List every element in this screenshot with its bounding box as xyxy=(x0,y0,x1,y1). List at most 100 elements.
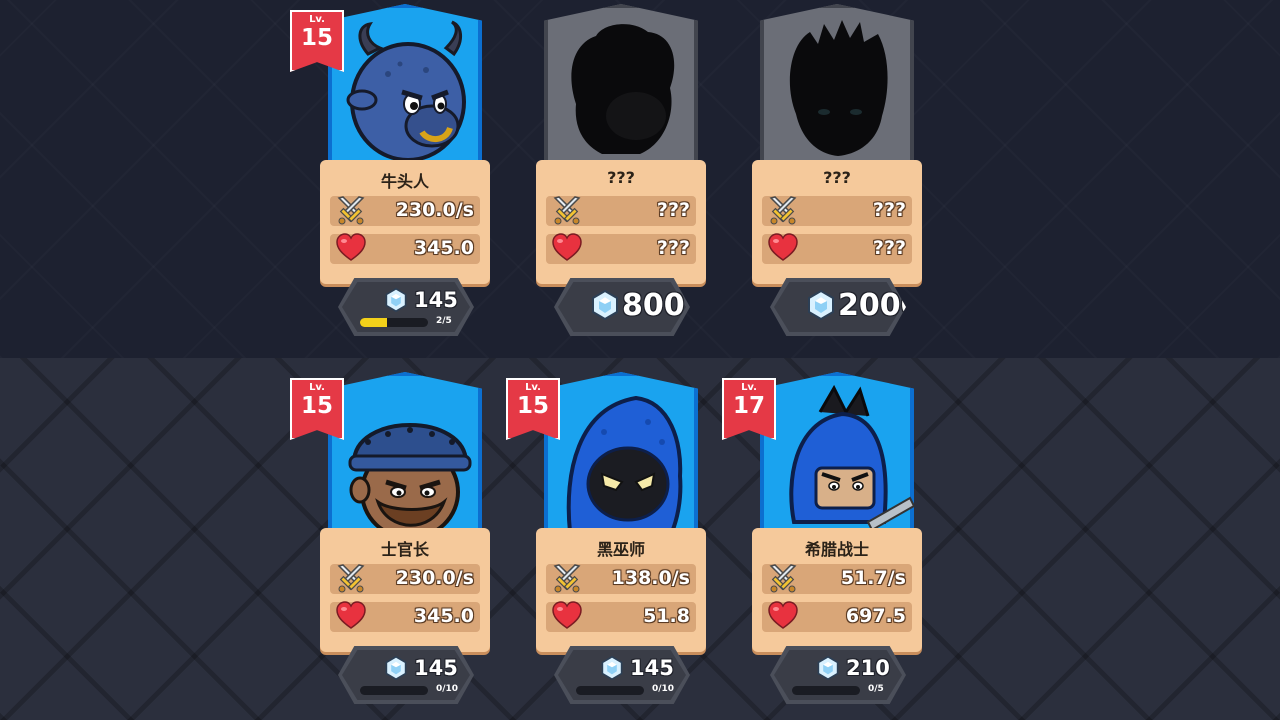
level-tag: Lv. xyxy=(309,382,325,393)
level-badge: Lv. 17 xyxy=(722,378,776,440)
hero-name: 牛头人 xyxy=(380,172,429,191)
cost-value: 145 xyxy=(630,656,674,680)
attack-stat: 138.0/s xyxy=(546,564,696,594)
gem-icon xyxy=(590,290,620,320)
hero-info-panel: 牛头人 230.0/s 345.0 xyxy=(320,160,490,284)
progress-text: 0/10 xyxy=(652,684,675,694)
hero-card-dark-wizard[interactable]: Lv. 15 黑巫师 138.0/s 51.8 145 0/10 xyxy=(506,368,720,708)
gem-icon xyxy=(816,656,840,680)
minotaur-portrait xyxy=(346,20,466,162)
cost-value: 145 xyxy=(414,656,458,680)
attack-stat: 230.0/s xyxy=(330,564,480,594)
crossed-swords-icon xyxy=(550,561,584,595)
crossed-swords-icon xyxy=(766,193,800,227)
level-badge: Lv. 15 xyxy=(506,378,560,440)
level-badge: Lv. 15 xyxy=(290,10,344,72)
level-tag: Lv. xyxy=(525,382,541,393)
attack-value: ??? xyxy=(656,199,690,221)
cost-value: 145 xyxy=(414,288,458,312)
unlock-button[interactable]: 2000 xyxy=(770,278,906,336)
hp-value: ??? xyxy=(872,237,906,259)
hp-value: 51.8 xyxy=(643,605,690,627)
attack-stat: ??? xyxy=(762,196,912,226)
dark-wizard-portrait xyxy=(566,395,683,534)
unlock-button[interactable]: 800 xyxy=(554,278,690,336)
attack-value: 230.0/s xyxy=(395,199,474,221)
card-progress-bar xyxy=(576,686,644,695)
attack-stat: 51.7/s xyxy=(762,564,912,594)
hp-stat: ??? xyxy=(762,234,912,264)
progress-text: 2/5 xyxy=(436,316,452,326)
card-progress-bar xyxy=(360,686,428,695)
hero-card-sergeant[interactable]: Lv. 15 士官长 230.0/s 345.0 145 0/10 xyxy=(290,368,504,708)
cost-value: 2000 xyxy=(838,288,922,323)
hero-name: 士官长 xyxy=(380,540,429,559)
sergeant-portrait xyxy=(348,423,472,538)
heart-icon xyxy=(766,599,800,633)
hero-info-panel: 希腊战士 51.7/s 697.5 xyxy=(752,528,922,652)
crossed-swords-icon xyxy=(550,193,584,227)
gem-icon xyxy=(384,288,408,312)
hp-stat: 345.0 xyxy=(330,602,480,632)
hp-stat: 345.0 xyxy=(330,234,480,264)
upgrade-button[interactable]: 210 0/5 xyxy=(770,646,906,704)
heart-icon xyxy=(766,231,800,265)
attack-stat: 230.0/s xyxy=(330,196,480,226)
cost-value: 800 xyxy=(622,288,685,323)
hp-value: ??? xyxy=(656,237,690,259)
hero-portrait xyxy=(760,372,914,538)
heart-icon xyxy=(550,231,584,265)
gem-icon xyxy=(806,290,836,320)
hero-card-spartan[interactable]: Lv. 17 希腊战士 51.7/s 697.5 210 0/5 xyxy=(722,368,936,708)
crossed-swords-icon xyxy=(766,561,800,595)
card-progress-bar xyxy=(792,686,860,695)
heart-icon xyxy=(334,231,368,265)
gem-icon xyxy=(600,656,624,680)
hero-name: 黑巫师 xyxy=(596,540,645,559)
hero-name: 希腊战士 xyxy=(804,540,869,559)
silhouette-portrait xyxy=(789,20,888,156)
level-number: 17 xyxy=(732,393,765,419)
attack-value: 230.0/s xyxy=(395,567,474,589)
spartan-portrait xyxy=(789,384,914,532)
attack-value: 138.0/s xyxy=(611,567,690,589)
hero-info-panel: ??? ??? ??? xyxy=(752,160,922,284)
hero-portrait-locked xyxy=(544,4,698,170)
hp-value: 345.0 xyxy=(413,605,474,627)
progress-fill xyxy=(360,318,388,327)
attack-value: ??? xyxy=(872,199,906,221)
upgrade-button[interactable]: 145 0/10 xyxy=(338,646,474,704)
hp-value: 345.0 xyxy=(413,237,474,259)
hp-stat: 697.5 xyxy=(762,602,912,632)
heart-icon xyxy=(334,599,368,633)
level-number: 15 xyxy=(516,393,549,419)
card-progress-bar xyxy=(360,318,428,327)
cost-value: 210 xyxy=(846,656,890,680)
crossed-swords-icon xyxy=(334,193,368,227)
hero-portrait xyxy=(544,372,698,538)
progress-text: 0/5 xyxy=(868,684,884,694)
hero-name: ??? xyxy=(823,168,851,187)
crossed-swords-icon xyxy=(334,561,368,595)
hero-portrait xyxy=(328,372,482,538)
hero-card-locked-2[interactable]: ??? ??? ??? 2000 xyxy=(736,0,936,340)
hero-card-locked-1[interactable]: ??? ??? ??? 800 xyxy=(520,0,720,340)
level-tag: Lv. xyxy=(309,14,325,25)
hero-portrait xyxy=(328,4,482,170)
attack-stat: ??? xyxy=(546,196,696,226)
hero-info-panel: 士官长 230.0/s 345.0 xyxy=(320,528,490,652)
hero-card-minotaur[interactable]: Lv. 15 牛头人 230.0/s 345.0 145 2/5 xyxy=(290,0,504,340)
level-badge: Lv. 15 xyxy=(290,378,344,440)
attack-value: 51.7/s xyxy=(840,567,906,589)
level-number: 15 xyxy=(300,393,333,419)
upgrade-button[interactable]: 145 0/10 xyxy=(554,646,690,704)
level-number: 15 xyxy=(300,25,333,51)
hp-stat: 51.8 xyxy=(546,602,696,632)
silhouette-portrait xyxy=(571,24,675,154)
hero-info-panel: ??? ??? ??? xyxy=(536,160,706,284)
hp-stat: ??? xyxy=(546,234,696,264)
upgrade-button[interactable]: 145 2/5 xyxy=(338,278,474,336)
progress-text: 0/10 xyxy=(436,684,459,694)
hp-value: 697.5 xyxy=(845,605,906,627)
hero-portrait-locked xyxy=(760,4,914,170)
